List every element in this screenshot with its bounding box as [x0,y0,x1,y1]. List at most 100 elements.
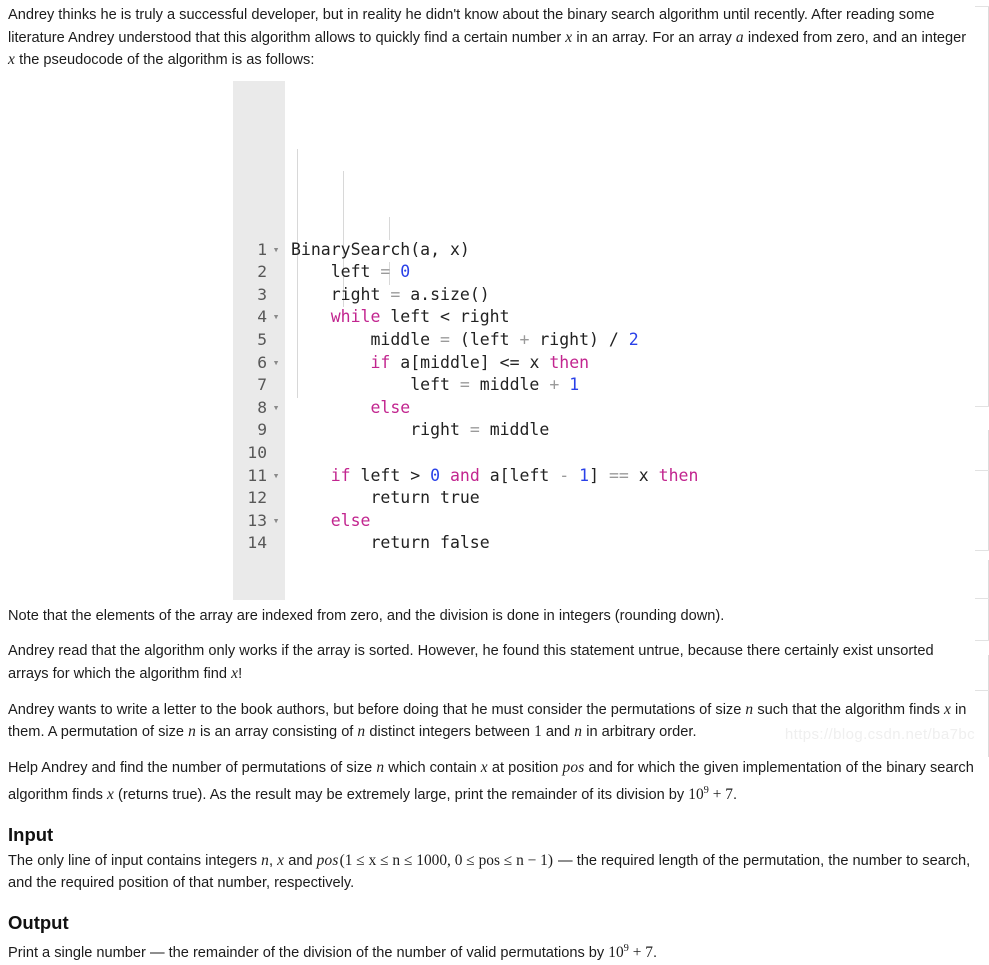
code-line[interactable]: 8 ▾ else [233,397,698,420]
code-line-text: else [285,510,371,533]
code-token-pl: a[middle] [390,352,500,372]
math-var-x: x [277,852,285,870]
code-line-text: if left > 0 and a[left - 1] == x then [285,465,699,488]
perm-text-2: such that the algorithm finds [753,701,944,718]
note-text: Note that the elements of the array are … [8,608,725,625]
code-token-pl: BinarySearch(a, x) [291,239,470,259]
code-line[interactable]: 14 return false [233,532,698,555]
heading-output: Output [8,912,69,934]
code-line[interactable]: 13 ▾ else [233,510,698,533]
code-line-number: 5 [257,330,267,350]
code-line[interactable]: 5 middle = (left + right) / 2 [233,329,698,352]
code-fold-spacer [267,284,285,307]
code-token-kw: if [370,352,391,372]
input-text-3: and [284,853,317,870]
pseudocode-block: 1 ▾ BinarySearch(a, x) 2 left = 03 right = … [0,80,989,601]
page-edge-tick-5 [975,598,989,599]
perm-text-5: distinct integers between [365,724,535,741]
page-edge-tick-3 [975,470,989,471]
code-fold-toggle-icon[interactable]: ▾ [267,510,285,533]
page-edge-tick-7 [975,690,989,691]
intro-text-4: the pseudocode of the algorithm is as fo… [15,52,315,68]
code-line-number: 3 [257,284,267,304]
math-modulus: 109 + 7 [608,943,653,962]
code-line-text: return true [285,487,479,510]
code-line-number: 10 [247,443,267,462]
math-modulus: 109 + 7 [688,785,733,803]
code-token-num: 1 [569,375,580,395]
code-line-text: while left < right [285,306,510,329]
code-fold-spacer [267,487,285,510]
math-var-x: x [480,759,488,777]
code-fold-spacer [267,329,285,352]
code-line[interactable]: 6 ▾ if a[middle] <= x then [233,352,698,375]
code-token-pl: left < right [380,307,510,327]
code-line[interactable]: 11 ▾ if left > 0 and a[left - 1] == x the… [233,465,698,488]
code-token-kw: else [370,397,411,417]
code-token-pl: middle [489,420,550,440]
code-token-op: = [469,420,490,440]
sorted-text-2: ! [238,665,243,682]
code-line[interactable]: 7 left = middle + 1 [233,374,698,397]
code-token-op: = [440,330,460,350]
page-edge-tick-1 [975,6,989,7]
code-line[interactable]: 12 return true [233,487,698,510]
help-text-3: at position [487,760,563,777]
math-var-x: x [106,785,114,803]
perm-text-6: and [541,724,575,741]
math-var-n: n [376,759,385,777]
code-line[interactable]: 3 right = a.size() [233,284,698,307]
output-text-2: . [652,945,658,962]
code-line[interactable]: 9 right = middle [233,419,698,442]
problem-statement-page: Andrey thinks he is truly a successful d… [0,0,989,961]
input-text-2: , [269,853,278,870]
code-line-text: return false [285,532,490,555]
code-line-number: 4 [257,307,267,327]
math-var-pos: pos [316,852,339,870]
code-fold-toggle-icon[interactable]: ▾ [267,239,285,262]
code-fold-toggle-icon[interactable]: ▾ [267,306,285,329]
code-token-op: + [549,375,570,395]
code-line-number: 7 [257,375,267,395]
code-token-pl: middle [479,375,550,395]
code-token-num: 0 [430,465,441,485]
code-fold-toggle-icon[interactable]: ▾ [267,352,285,375]
code-lines: 1 ▾ BinarySearch(a, x) 2 left = 03 right = … [233,239,698,555]
code-editor[interactable]: 1 ▾ BinarySearch(a, x) 2 left = 03 right = … [233,80,699,601]
code-line[interactable]: 4 ▾ while left < right [233,306,698,329]
code-token-op: = [390,284,411,304]
code-token-pl: left [291,375,460,395]
intro-text-2: in an array. For an array [572,29,736,46]
code-fold-spacer [267,532,285,555]
math-var-a: a [735,28,744,46]
code-token-pl: x [529,352,550,372]
code-line[interactable]: 2 left = 0 [233,261,698,284]
code-token-pl: middle [291,330,441,350]
math-modulus-plus: + 7 [628,944,653,962]
code-fold-toggle-icon[interactable]: ▾ [267,397,285,420]
code-fold-spacer [267,442,285,465]
help-text-1: Help Andrey and find the number of permu… [8,760,377,777]
code-line-number: 8 [257,397,267,417]
code-token-kw: while [291,307,381,327]
heading-input: Input [8,824,54,846]
code-fold-spacer [267,419,285,442]
code-line[interactable]: 10 [233,442,698,465]
code-token-op: = [459,375,480,395]
perm-text-1: Andrey wants to write a letter to the bo… [8,701,746,718]
output-text-1: Print a single number — the remainder of… [8,945,609,962]
code-token-op: = [380,262,401,282]
code-token-op: - [559,465,580,485]
code-token-pl: right [291,284,391,304]
code-token-pl: a.size() [410,284,490,304]
code-token-pl: (left [459,330,520,350]
code-token-pl: ] [589,465,609,485]
input-text-1: The only line of input contains integers [8,853,262,870]
code-token-pl: return false [291,533,490,553]
code-fold-toggle-icon[interactable]: ▾ [267,465,285,488]
code-line[interactable]: 1 ▾ BinarySearch(a, x) [233,239,698,262]
code-line-text: middle = (left + right) / 2 [285,329,638,352]
code-line-text: left = middle + 1 [285,374,579,397]
code-line-number: 9 [257,420,267,440]
